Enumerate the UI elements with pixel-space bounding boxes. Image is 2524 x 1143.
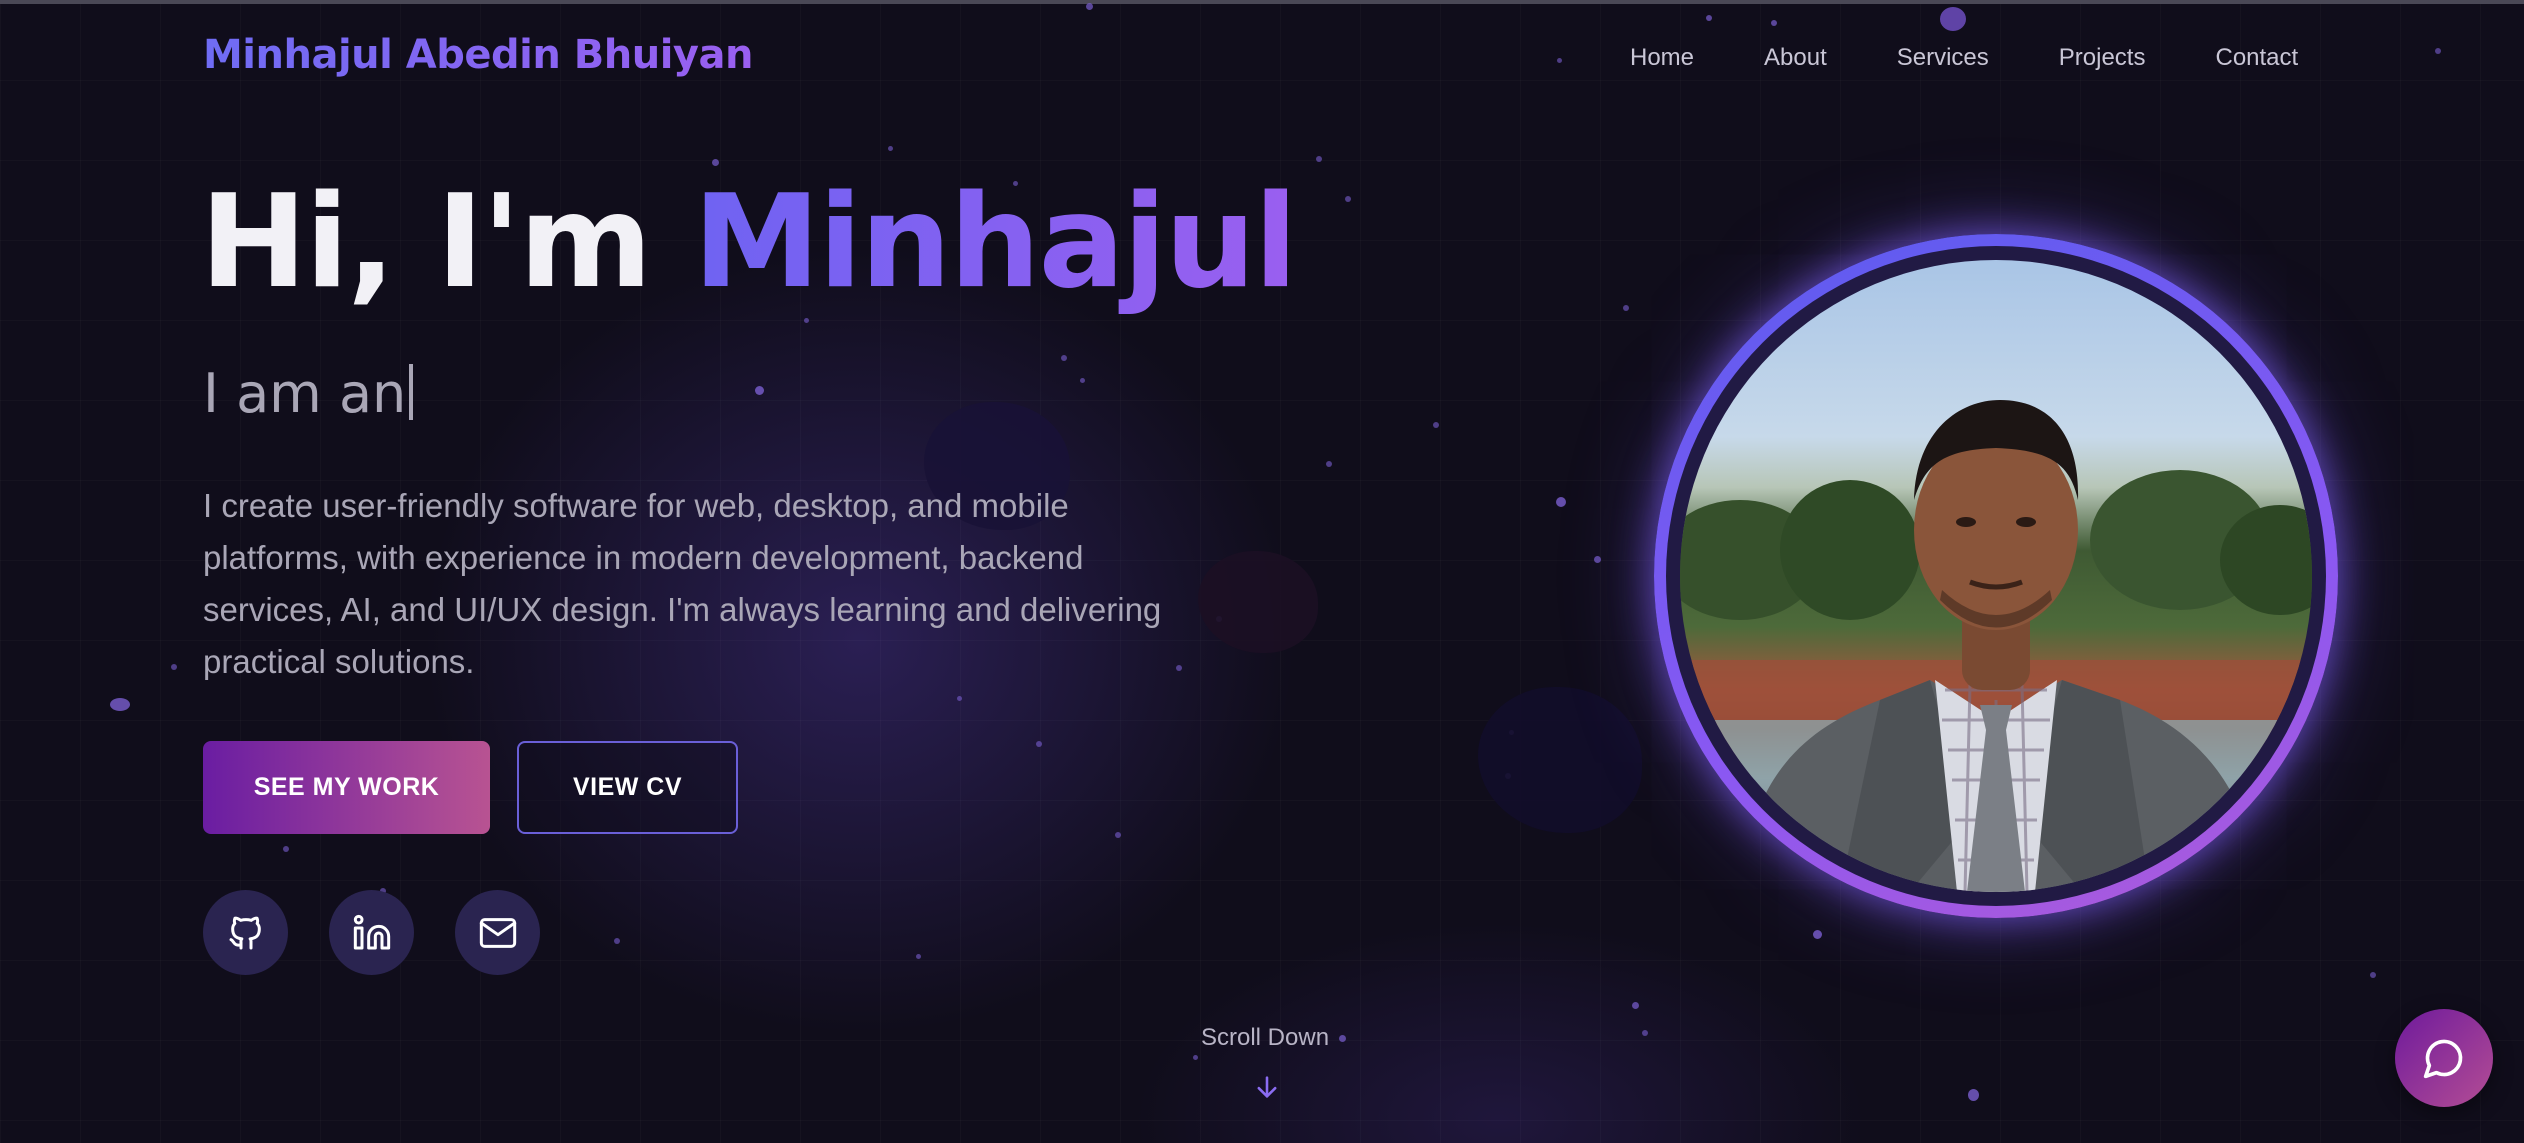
nav-about[interactable]: About [1764,44,1827,72]
email-link[interactable] [455,890,540,975]
typing-caret [409,364,414,420]
github-icon [229,916,261,949]
see-my-work-button[interactable]: SEE MY WORK [203,741,490,834]
mail-icon [479,917,516,948]
nav-projects[interactable]: Projects [2059,44,2146,72]
brand-logo[interactable]: Minhajul Abedin Bhuiyan [203,32,753,78]
nav-services[interactable]: Services [1897,44,1989,72]
page: Minhajul Abedin Bhuiyan Home About Servi… [0,0,2524,1143]
nav-contact[interactable]: Contact [2215,44,2298,72]
hero-name: Minhajul [692,168,1298,317]
nav-home[interactable]: Home [1630,44,1694,72]
window-top-border [0,0,2524,4]
hero-description: I create user-friendly software for web,… [203,487,1162,680]
profile-photo [1680,260,2312,892]
linkedin-icon [353,914,390,949]
chat-bubble-icon [2423,1039,2463,1079]
profile-photo-frame [1654,234,2338,918]
view-cv-button[interactable]: VIEW CV [517,741,738,834]
typed-role: I am an [203,362,414,425]
typed-role-text: I am an [203,362,407,425]
profile-photo-illustration [1680,400,2312,892]
arrow-down-icon[interactable] [1253,1072,1281,1102]
github-link[interactable] [203,890,288,975]
hero-greeting: Hi, I'm [200,168,693,317]
linkedin-link[interactable] [329,890,414,975]
chat-button[interactable] [2395,1009,2493,1107]
hero-title: Hi, I'm Minhajul [200,168,1298,317]
main-nav: Home About Services Projects Contact [1630,44,2298,72]
scroll-down-label[interactable]: Scroll Down [1201,1024,1329,1052]
